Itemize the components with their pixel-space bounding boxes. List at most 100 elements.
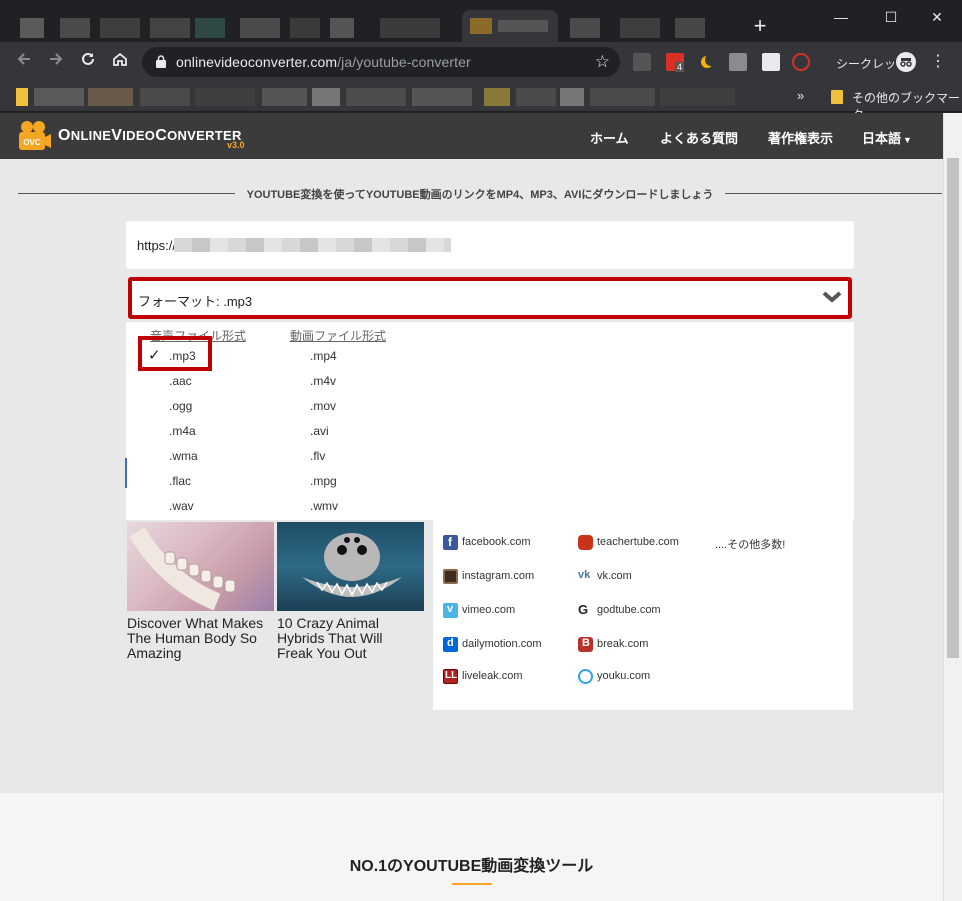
- blurred-bookmark[interactable]: [312, 88, 340, 106]
- blurred-bookmark[interactable]: [412, 88, 472, 106]
- video-option-avi[interactable]: .avi: [310, 424, 329, 438]
- forward-icon[interactable]: [44, 50, 68, 74]
- ad-title-body[interactable]: Discover What Makes The Human Body So Am…: [127, 616, 263, 661]
- folder-icon: [831, 90, 843, 104]
- video-option-wmv[interactable]: .wmv: [310, 499, 338, 513]
- audio-option-mp3[interactable]: .mp3: [169, 349, 196, 363]
- blurred-tab[interactable]: [150, 18, 190, 38]
- blurred-bookmark[interactable]: [34, 88, 84, 106]
- blurred-bookmark[interactable]: [88, 88, 133, 106]
- blurred-tab[interactable]: [290, 18, 320, 38]
- video-option-mp4[interactable]: .mp4: [310, 349, 337, 363]
- blurred-tab[interactable]: [620, 18, 660, 38]
- title-underline: [452, 883, 492, 885]
- audio-option-ogg[interactable]: .ogg: [169, 399, 192, 413]
- blurred-tab[interactable]: [20, 18, 44, 38]
- extension-icon[interactable]: [633, 53, 651, 71]
- url-input-prefix: https://: [137, 238, 177, 253]
- blurred-bookmark[interactable]: [484, 88, 510, 106]
- nav-faq[interactable]: よくある質問: [660, 128, 738, 147]
- audio-option-wav[interactable]: .wav: [169, 499, 194, 513]
- audio-option-flac[interactable]: .flac: [169, 474, 191, 488]
- reload-icon[interactable]: [76, 50, 100, 74]
- video-option-mpg[interactable]: .mpg: [310, 474, 337, 488]
- extension-block-icon[interactable]: [792, 53, 810, 71]
- star-icon[interactable]: ☆: [595, 52, 610, 72]
- creature-illustration: [302, 533, 402, 597]
- bookmarks-overflow-button[interactable]: »: [797, 88, 804, 103]
- section-title: NO.1のYOUTUBE動画変換ツール: [349, 858, 594, 875]
- audio-option-m4a[interactable]: .m4a: [169, 424, 196, 438]
- blurred-tab[interactable]: [100, 18, 140, 38]
- nav-home[interactable]: ホーム: [590, 128, 629, 147]
- main-content: YOUTUBE変換を使ってYOUTUBE動画のリンクをMP4、MP3、AVIにダ…: [0, 159, 943, 901]
- vimeo-icon: v: [443, 603, 458, 618]
- blurred-bookmark[interactable]: [560, 88, 584, 106]
- blurred-tab[interactable]: [195, 18, 225, 38]
- checkmark-icon: ✓: [148, 347, 161, 364]
- incognito-icon[interactable]: [896, 52, 916, 72]
- nav-copyright[interactable]: 著作権表示: [768, 128, 833, 147]
- audio-option-aac[interactable]: .aac: [169, 374, 192, 388]
- blurred-tab[interactable]: [60, 18, 90, 38]
- format-select-label: フォーマット: .mp3: [138, 294, 253, 309]
- blurred-bookmark[interactable]: [516, 88, 556, 106]
- scrollbar-thumb[interactable]: [947, 158, 959, 658]
- active-tab-favicon: [470, 18, 492, 34]
- godtube-icon: G: [578, 602, 589, 617]
- back-icon[interactable]: [12, 50, 36, 74]
- video-option-flv[interactable]: .flv: [310, 449, 325, 463]
- dailymotion-icon: d: [443, 637, 458, 652]
- menu-icon[interactable]: ⋮: [930, 51, 946, 71]
- blurred-bookmark[interactable]: [262, 88, 307, 106]
- blurred-tab[interactable]: [380, 18, 440, 38]
- address-bar[interactable]: onlinevideoconverter.com/ja/youtube-conv…: [142, 47, 620, 77]
- nav-language[interactable]: 日本語 ▼: [862, 128, 912, 147]
- teachertube-icon: [578, 535, 593, 550]
- blurred-bookmark[interactable]: [195, 88, 255, 106]
- youku-icon: [578, 669, 593, 684]
- ad-area: Discover What Makes The Human Body So Am…: [126, 522, 431, 682]
- caret-down-icon: ▼: [903, 135, 912, 145]
- instagram-icon: [443, 569, 458, 584]
- teeth-illustration: [129, 527, 236, 611]
- close-button[interactable]: ✕: [922, 6, 952, 28]
- ad-title-hybrids[interactable]: 10 Crazy Animal Hybrids That Will Freak …: [277, 616, 383, 661]
- blurred-bookmark[interactable]: [346, 88, 406, 106]
- blurred-bookmark[interactable]: [660, 88, 735, 106]
- active-tab-title-blur: [498, 20, 548, 32]
- page-scrollbar[interactable]: [943, 113, 962, 901]
- camera-logo-icon[interactable]: OVC: [16, 119, 52, 153]
- extension-calendar-icon[interactable]: 4: [666, 53, 685, 72]
- blurred-bookmark[interactable]: [590, 88, 655, 106]
- more-sites-text: ....その他多数!: [715, 539, 786, 551]
- facebook-icon: f: [443, 535, 458, 550]
- new-tab-button[interactable]: +: [748, 14, 772, 38]
- extension-note-icon[interactable]: [762, 53, 780, 71]
- video-option-mov[interactable]: .mov: [310, 399, 336, 413]
- audio-option-wma[interactable]: .wma: [169, 449, 198, 463]
- extension-mail-icon[interactable]: [729, 53, 747, 71]
- home-icon[interactable]: [108, 50, 132, 74]
- lock-icon[interactable]: [156, 55, 166, 68]
- format-select[interactable]: フォーマット: .mp3: [128, 277, 852, 319]
- video-formats-header: 動画ファイル形式: [290, 329, 387, 343]
- blurred-tab[interactable]: [570, 18, 600, 38]
- blurred-tab[interactable]: [330, 18, 354, 38]
- active-tab[interactable]: [462, 10, 558, 42]
- ad-image-skull[interactable]: [127, 522, 274, 611]
- extension-moon-icon[interactable]: [698, 53, 717, 71]
- chevron-down-icon[interactable]: [822, 290, 842, 304]
- ad-image-creature[interactable]: [277, 522, 424, 611]
- url-text: onlinevideoconverter.com/ja/youtube-conv…: [176, 54, 471, 70]
- blurred-tab[interactable]: [675, 18, 705, 38]
- video-option-m4v[interactable]: .m4v: [310, 374, 336, 388]
- minimize-button[interactable]: —: [826, 6, 856, 28]
- blurred-tab[interactable]: [240, 18, 280, 38]
- blurred-bookmark[interactable]: [16, 88, 28, 106]
- maximize-button[interactable]: ☐: [876, 6, 906, 28]
- liveleak-icon: LL: [443, 669, 458, 684]
- site-logo-text[interactable]: ONLINEVIDEOCONVERTER: [58, 127, 242, 145]
- blurred-bookmark[interactable]: [140, 88, 190, 106]
- video-url-input[interactable]: https://: [126, 221, 854, 269]
